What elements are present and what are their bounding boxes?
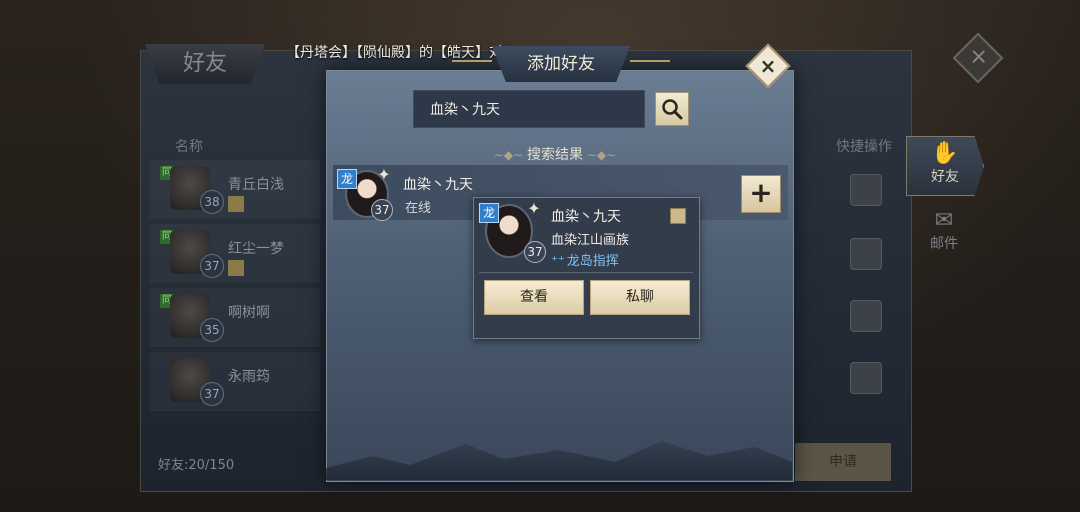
friends-panel-title: 好友	[145, 44, 265, 84]
column-name-header: 名称	[175, 139, 203, 155]
profile-role-label: 龙岛指挥	[566, 254, 619, 269]
title-ornament	[630, 60, 670, 62]
faction-badge: 龙	[337, 169, 357, 189]
close-icon: ×	[969, 44, 988, 70]
friend-name: 红尘一梦	[228, 241, 284, 257]
column-quick-header: 快捷操作	[836, 139, 892, 155]
view-button[interactable]: 查看	[484, 280, 584, 315]
system-marquee: 【丹塔会】【陨仙殿】的【皓天】对	[286, 45, 503, 61]
friend-row[interactable]: 37 永雨筠	[150, 352, 320, 411]
quick-action-button[interactable]	[850, 362, 882, 394]
tab-friends[interactable]: ✋ 好友	[906, 136, 984, 196]
tab-friends-label: 好友	[931, 169, 959, 185]
quick-action-button[interactable]	[850, 238, 882, 270]
popup-divider	[479, 272, 693, 273]
results-header: ∼◆∼ 搜索结果 ∼◆∼	[480, 144, 630, 164]
close-icon: ×	[759, 54, 777, 78]
level-badge: 37	[371, 199, 393, 221]
friend-name: 青丘白浅	[228, 177, 284, 193]
search-input[interactable]	[413, 90, 645, 128]
faction-badge: 龙	[479, 203, 499, 223]
result-name: 血染丶九天	[403, 177, 473, 193]
private-chat-button[interactable]: 私聊	[590, 280, 690, 315]
friend-name: 啊树啊	[228, 305, 270, 321]
friend-row[interactable]: 同 37 红尘一梦	[150, 224, 320, 283]
title-ornament	[452, 60, 492, 62]
friend-name: 永雨筠	[228, 369, 270, 385]
class-emblem-icon: ✦	[527, 199, 541, 218]
tab-mail-label: 邮件	[930, 236, 958, 252]
level-badge: 38	[200, 190, 224, 214]
apply-button[interactable]: 申请	[795, 443, 891, 481]
search-button[interactable]	[655, 92, 689, 126]
profile-name: 血染丶九天	[551, 209, 621, 225]
ornament-right-icon: ∼◆∼	[583, 148, 617, 162]
tag-icon	[228, 260, 244, 276]
dialog-title: 添加好友	[492, 46, 630, 82]
search-icon	[662, 99, 683, 120]
add-friend-button[interactable]: +	[741, 175, 781, 213]
tab-mail[interactable]: ✉ 邮件	[906, 204, 982, 262]
level-badge: 37	[200, 382, 224, 406]
friend-row[interactable]: 同 35 啊树啊	[150, 288, 320, 347]
copy-icon[interactable]	[670, 208, 686, 224]
mail-icon: ✉	[934, 208, 954, 233]
online-status: 在线	[405, 201, 432, 216]
tag-icon	[228, 196, 244, 212]
quick-action-button[interactable]	[850, 174, 882, 206]
level-badge: 37	[524, 241, 546, 263]
level-badge: 37	[200, 254, 224, 278]
profile-clan: 血染江山画族	[551, 233, 630, 248]
quick-action-button[interactable]	[850, 300, 882, 332]
level-badge: 35	[200, 318, 224, 342]
sparkle-icon: ⁺⁺	[551, 254, 565, 269]
friend-count: 好友:20/150	[158, 458, 235, 473]
class-emblem-icon: ✦	[377, 165, 391, 184]
handshake-icon: ✋	[931, 141, 959, 166]
profile-role: ⁺⁺ 龙岛指挥	[551, 250, 619, 269]
results-header-label: 搜索结果	[527, 147, 583, 163]
friend-row[interactable]: 同 38 青丘白浅	[150, 160, 320, 219]
ornament-left-icon: ∼◆∼	[493, 148, 527, 162]
